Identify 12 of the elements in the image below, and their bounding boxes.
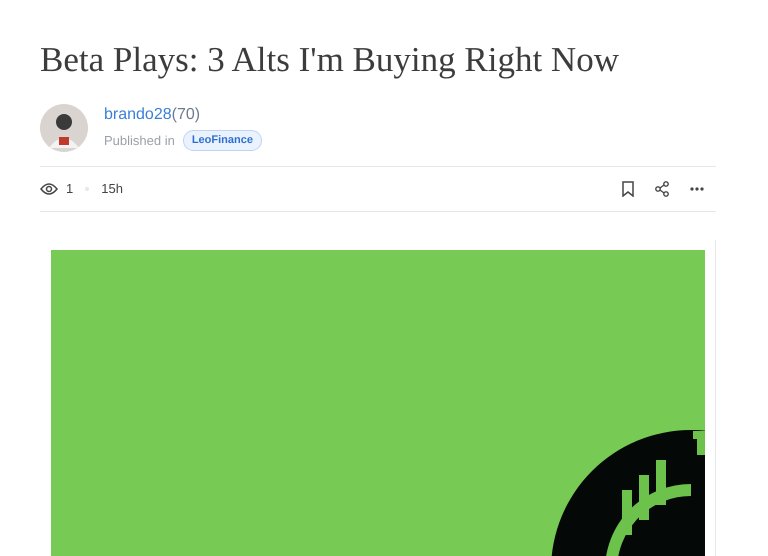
author-link[interactable]: brando28 xyxy=(104,106,172,124)
community-tag[interactable]: LeoFinance xyxy=(182,130,262,151)
more-icon[interactable] xyxy=(690,187,704,191)
view-count: 1 xyxy=(66,180,74,198)
eye-icon xyxy=(40,182,58,196)
reputation: (70) xyxy=(172,106,200,124)
published-label: Published in xyxy=(104,132,175,150)
avatar[interactable] xyxy=(40,104,88,152)
post-title: Beta Plays: 3 Alts I'm Buying Right Now xyxy=(40,39,620,81)
bookmark-icon[interactable] xyxy=(622,181,634,197)
share-icon[interactable] xyxy=(654,181,670,197)
post-age: 15h xyxy=(101,180,123,198)
